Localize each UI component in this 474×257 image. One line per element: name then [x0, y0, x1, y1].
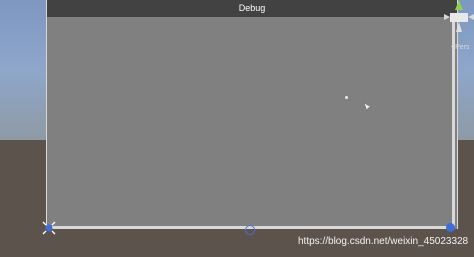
projection-toggle-label[interactable]: <Pers	[451, 44, 469, 51]
debug-window-titlebar[interactable]: Debug	[47, 0, 457, 17]
debug-window-title: Debug	[238, 3, 266, 13]
rect-bottom-right-handle[interactable]	[446, 223, 455, 232]
debug-window[interactable]: Debug	[46, 0, 458, 229]
move-handle-icon[interactable]	[41, 220, 57, 236]
pointer-dot	[345, 96, 348, 99]
scene-orientation-gizmo-icon[interactable]	[444, 0, 474, 60]
rect-bottom-center-handle[interactable]	[245, 225, 255, 235]
arrow-cursor-icon	[363, 102, 372, 112]
watermark-text: https://blog.csdn.net/weixin_45023328	[298, 236, 469, 247]
